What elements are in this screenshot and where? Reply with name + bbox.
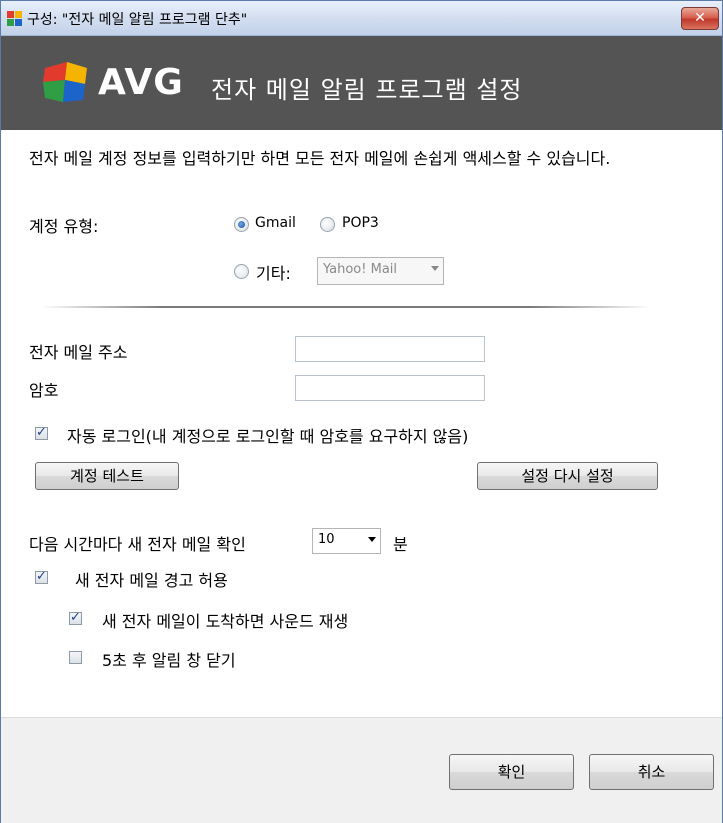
cancel-button[interactable]: 취소 [589, 754, 714, 790]
other-provider-value: Yahoo! Mail [323, 262, 398, 277]
dialog-footer: 확인 취소 [1, 717, 722, 823]
check-interval-value: 10 [318, 532, 335, 547]
avg-logo-icon [43, 62, 87, 102]
account-type-label: 계정 유형: [29, 217, 99, 236]
close-after-label[interactable]: 5초 후 알림 창 닫기 [102, 647, 236, 671]
check-interval-unit: 분 [393, 535, 408, 554]
settings-dialog: 구성: "전자 메일 알림 프로그램 단추" ✕ AVG 전자 메일 알림 프로… [0, 0, 723, 823]
test-account-button[interactable]: 계정 테스트 [35, 462, 179, 490]
email-field[interactable] [295, 336, 485, 362]
radio-other[interactable] [234, 264, 249, 279]
auto-login-label[interactable]: 자동 로그인(내 계정으로 로그인할 때 암호를 요구하지 않음) [67, 423, 468, 447]
ok-button[interactable]: 확인 [449, 754, 574, 790]
check-interval-dropdown[interactable]: 10 [312, 528, 381, 554]
title-bar: 구성: "전자 메일 알림 프로그램 단추" ✕ [1, 1, 722, 36]
window-title: 구성: "전자 메일 알림 프로그램 단추" [27, 12, 248, 28]
radio-gmail-label[interactable]: Gmail [255, 215, 296, 231]
play-sound-label[interactable]: 새 전자 메일이 도착하면 사운드 재생 [102, 608, 348, 632]
auto-login-checkbox[interactable] [35, 425, 48, 440]
play-sound-checkbox[interactable] [69, 610, 82, 625]
enable-alert-label[interactable]: 새 전자 메일 경고 허용 [75, 567, 228, 591]
enable-alert-checkbox[interactable] [35, 569, 48, 584]
section-divider [41, 306, 651, 308]
close-icon: ✕ [694, 10, 706, 26]
close-button[interactable]: ✕ [681, 7, 719, 30]
check-interval-label: 다음 시간마다 새 전자 메일 확인 [29, 535, 246, 554]
chevron-down-icon [368, 537, 376, 542]
avg-app-icon [7, 11, 22, 26]
password-field[interactable] [295, 375, 485, 401]
other-provider-dropdown[interactable]: Yahoo! Mail [317, 257, 444, 285]
radio-other-label[interactable]: 기타: [256, 260, 291, 284]
radio-pop3-label[interactable]: POP3 [342, 215, 379, 231]
avg-logo-text: AVG [98, 62, 184, 103]
chevron-down-icon [431, 266, 439, 271]
password-label: 암호 [29, 381, 59, 400]
header-title: 전자 메일 알림 프로그램 설정 [211, 76, 523, 104]
email-label: 전자 메일 주소 [29, 343, 128, 362]
intro-text: 전자 메일 계정 정보를 입력하기만 하면 모든 전자 메일에 손쉽게 액세스할… [29, 149, 611, 168]
radio-pop3[interactable] [320, 217, 335, 232]
radio-gmail[interactable] [234, 217, 249, 232]
close-after-checkbox[interactable] [69, 651, 82, 664]
reset-settings-button[interactable]: 설정 다시 설정 [477, 462, 658, 490]
avg-header: AVG 전자 메일 알림 프로그램 설정 [1, 36, 722, 130]
